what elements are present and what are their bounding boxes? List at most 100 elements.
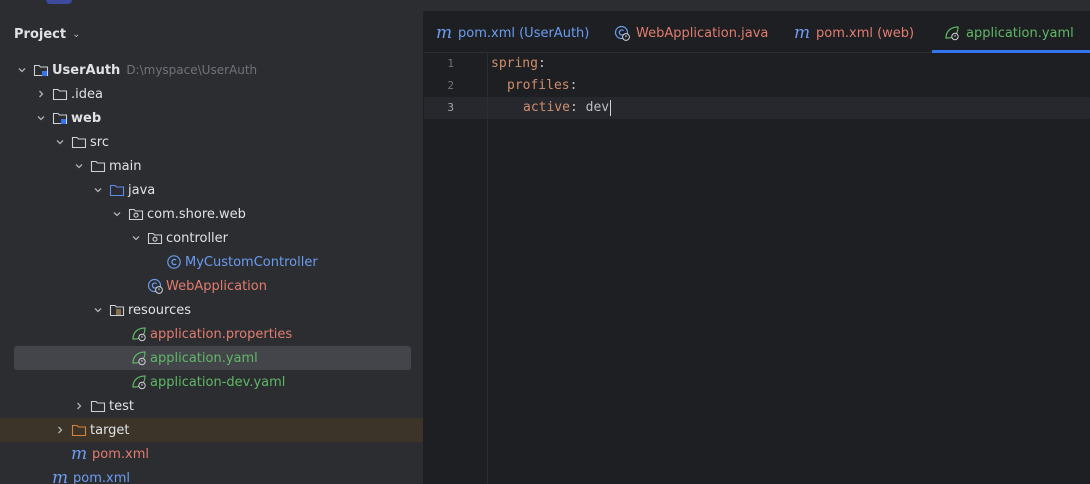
- tree-node-label: com.shore.web: [147, 206, 246, 222]
- tree-node-label: src: [90, 134, 109, 150]
- maven-icon: m: [436, 23, 453, 43]
- tree-node-label: UserAuth: [52, 62, 121, 78]
- line-number: 2: [447, 79, 454, 92]
- spring-config-icon: [944, 25, 960, 41]
- yaml-key: spring: [491, 56, 538, 71]
- project-view-selector[interactable]: Project ⌄: [14, 25, 80, 43]
- editor-tab-bar: m pom.xml (UserAuth) WebApplication.java…: [424, 11, 1090, 53]
- chevron-down-icon[interactable]: [52, 134, 68, 150]
- line-number-gutter: 1 2 3: [424, 53, 488, 484]
- tree-node-label: .idea: [71, 86, 103, 102]
- folder-icon: [52, 86, 68, 102]
- tree-node-label: target: [90, 422, 130, 438]
- tree-node-label: controller: [166, 230, 229, 246]
- tree-node-target[interactable]: target: [0, 418, 423, 442]
- chevron-down-icon[interactable]: [128, 230, 144, 246]
- code-line[interactable]: active: dev: [523, 97, 612, 119]
- folder-icon: [90, 158, 106, 174]
- class-icon: [166, 254, 182, 270]
- tree-node-label: main: [109, 158, 142, 174]
- yaml-value: dev: [577, 100, 610, 115]
- maven-icon: m: [71, 444, 88, 464]
- tab-pom-userauth[interactable]: m pom.xml (UserAuth): [436, 11, 589, 53]
- project-tree: UserAuth D:\myspace\UserAuth .idea web s…: [0, 58, 423, 484]
- editor-area: m pom.xml (UserAuth) WebApplication.java…: [424, 11, 1090, 484]
- chevron-right-icon[interactable]: [33, 86, 49, 102]
- folder-icon: [71, 134, 87, 150]
- tree-node-label: java: [128, 182, 156, 198]
- spring-config-icon: [131, 326, 147, 342]
- tab-pom-web[interactable]: m pom.xml (web): [794, 11, 914, 53]
- line-number: 1: [447, 57, 454, 70]
- maven-icon: m: [52, 468, 69, 484]
- tree-node-main[interactable]: main: [0, 154, 423, 178]
- project-path: D:\myspace\UserAuth: [126, 63, 258, 77]
- spring-boot-class-icon: [147, 278, 163, 294]
- maven-icon: m: [794, 23, 811, 43]
- chevron-down-icon[interactable]: [90, 302, 106, 318]
- tab-label: application.yaml: [966, 25, 1074, 41]
- module-folder-icon: [33, 62, 49, 78]
- tree-node-application-yaml[interactable]: application.yaml: [0, 346, 423, 370]
- tab-label: WebApplication.java: [636, 25, 769, 41]
- yaml-key: active: [523, 100, 570, 115]
- tree-node-application-properties[interactable]: application.properties: [0, 322, 423, 346]
- tree-node-label: pom.xml: [92, 446, 149, 462]
- tree-node-web[interactable]: web: [0, 106, 423, 130]
- chevron-down-icon[interactable]: [14, 62, 30, 78]
- tab-application-yaml[interactable]: application.yaml ✕: [932, 11, 1090, 53]
- chevron-down-icon[interactable]: [109, 206, 125, 222]
- tab-webapplication-java[interactable]: WebApplication.java: [614, 11, 768, 53]
- package-icon: [128, 206, 144, 222]
- tree-node-webapplication[interactable]: WebApplication: [0, 274, 423, 298]
- chevron-down-icon[interactable]: ⌄: [72, 29, 80, 40]
- spring-config-icon: [131, 350, 147, 366]
- yaml-colon: :: [569, 100, 578, 115]
- tree-node-label: pom.xml: [73, 470, 130, 484]
- window-top-accent: [46, 0, 72, 4]
- tree-node-label: web: [71, 110, 102, 126]
- tree-node-application-dev-yaml[interactable]: application-dev.yaml: [0, 370, 423, 394]
- chevron-right-icon[interactable]: [71, 398, 87, 414]
- tree-node-label: WebApplication: [166, 278, 267, 294]
- tree-node-idea[interactable]: .idea: [0, 82, 423, 106]
- excluded-folder-icon: [71, 422, 87, 438]
- tree-node-resources[interactable]: resources: [0, 298, 423, 322]
- chevron-down-icon[interactable]: [71, 158, 87, 174]
- folder-icon: [90, 398, 106, 414]
- chevron-right-icon[interactable]: [52, 422, 68, 438]
- panel-title: Project: [14, 26, 67, 42]
- tree-node-label: application.yaml: [150, 350, 258, 366]
- text-caret: [610, 99, 612, 116]
- yaml-key: profiles: [507, 78, 570, 93]
- tree-node-package-com-shore-web[interactable]: com.shore.web: [0, 202, 423, 226]
- project-tool-window: Project ⌄ UserAuth D:\myspace\UserAuth .…: [0, 11, 423, 484]
- chevron-down-icon[interactable]: [90, 182, 106, 198]
- module-folder-icon: [52, 110, 68, 126]
- tree-node-label: application.properties: [150, 326, 293, 342]
- tree-node-package-controller[interactable]: controller: [0, 226, 423, 250]
- resources-folder-icon: [109, 302, 125, 318]
- window-top-strip: [0, 0, 1090, 11]
- tree-node-test[interactable]: test: [0, 394, 423, 418]
- tree-node-mycustomcontroller[interactable]: MyCustomController: [0, 250, 423, 274]
- tree-node-java[interactable]: java: [0, 178, 423, 202]
- tree-node-src[interactable]: src: [0, 130, 423, 154]
- tab-label: pom.xml (web): [816, 25, 915, 41]
- yaml-colon: :: [569, 78, 578, 93]
- tree-node-web-pom[interactable]: m pom.xml: [0, 442, 423, 466]
- chevron-down-icon[interactable]: [33, 110, 49, 126]
- tree-node-label: resources: [128, 302, 192, 318]
- spring-boot-class-icon: [614, 25, 630, 41]
- spring-config-icon: [131, 374, 147, 390]
- code-line[interactable]: profiles:: [507, 75, 577, 97]
- tree-node-userauth[interactable]: UserAuth D:\myspace\UserAuth: [0, 58, 423, 82]
- yaml-colon: :: [537, 56, 546, 71]
- tree-node-label: test: [109, 398, 134, 414]
- code-line[interactable]: spring:: [491, 53, 546, 75]
- tree-node-label: application-dev.yaml: [150, 374, 286, 390]
- tree-node-root-pom[interactable]: m pom.xml: [0, 466, 423, 484]
- tab-label: pom.xml (UserAuth): [458, 25, 590, 41]
- tree-node-label: MyCustomController: [185, 254, 318, 270]
- line-number: 3: [447, 101, 454, 114]
